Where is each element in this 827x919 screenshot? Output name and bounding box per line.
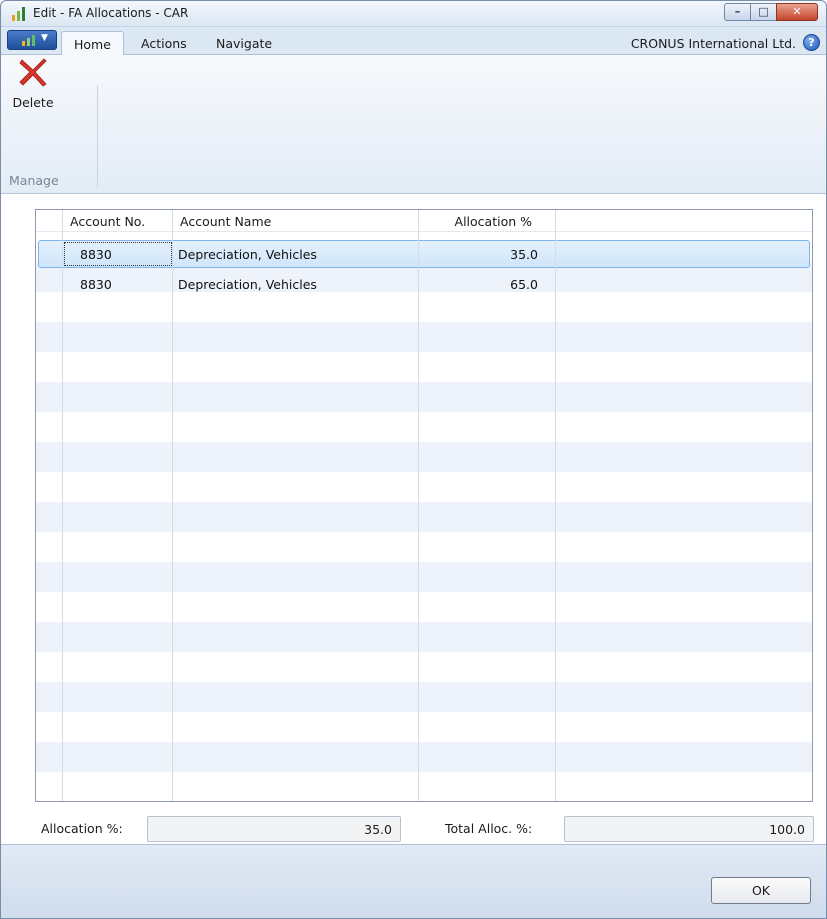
ribbon-panel: Delete Manage (1, 55, 826, 194)
column-divider (172, 210, 173, 801)
maximize-icon: □ (758, 5, 769, 18)
grid-row-stripe (36, 652, 812, 682)
column-divider (555, 210, 556, 801)
allocations-grid[interactable]: Account No. Account Name Allocation % 88… (35, 209, 813, 802)
delete-button[interactable]: Delete (7, 57, 59, 157)
maximize-button[interactable]: □ (750, 3, 777, 21)
column-divider (418, 210, 419, 801)
cell-account-name[interactable]: Depreciation, Vehicles (178, 277, 317, 292)
close-button[interactable]: ✕ (776, 3, 818, 21)
column-header-allocation-pct[interactable]: Allocation % (418, 210, 532, 232)
grid-row-stripe (36, 292, 812, 322)
grid-row-stripe (36, 472, 812, 502)
grid-row-stripe (36, 382, 812, 412)
grid-row-stripe (36, 412, 812, 442)
tab-home[interactable]: Home (61, 31, 124, 56)
grid-row-stripe (36, 742, 812, 772)
bottom-action-bar: OK (1, 844, 826, 918)
grid-header: Account No. Account Name Allocation % (36, 210, 812, 232)
delete-x-icon (19, 58, 47, 87)
chevron-down-icon: ▼ (41, 33, 48, 43)
grid-row-stripe (36, 532, 812, 562)
group-separator (97, 85, 98, 187)
allocation-pct-field: 35.0 (147, 816, 401, 842)
grid-row-stripe (36, 592, 812, 622)
total-alloc-pct-field: 100.0 (564, 816, 814, 842)
minimize-button[interactable]: – (724, 3, 751, 21)
grid-row-stripe (36, 712, 812, 742)
minimize-icon: – (734, 5, 741, 18)
cell-account-no[interactable]: 8830 (80, 277, 112, 292)
column-header-account-no[interactable]: Account No. (70, 210, 145, 232)
total-alloc-pct-label: Total Alloc. %: (445, 821, 533, 836)
cell-account-name[interactable]: Depreciation, Vehicles (178, 247, 317, 262)
grid-row-stripe (36, 772, 812, 801)
cell-account-no[interactable]: 8830 (80, 247, 112, 262)
ribbon-tab-row: ▼ Home Actions Navigate CRONUS Internati… (1, 28, 826, 56)
column-header-account-name[interactable]: Account Name (180, 210, 271, 232)
delete-button-label: Delete (12, 95, 54, 110)
grid-row-stripe (36, 622, 812, 652)
dynamics-nav-icon (12, 7, 25, 21)
cell-allocation-pct[interactable]: 65.0 (418, 277, 538, 292)
window-title: Edit - FA Allocations - CAR (33, 6, 189, 20)
group-label-manage: Manage (9, 173, 59, 188)
company-name: CRONUS International Ltd. (630, 36, 796, 51)
grid-row-stripe (36, 322, 812, 352)
column-divider (62, 210, 63, 801)
close-icon: ✕ (792, 5, 802, 18)
title-bar: Edit - FA Allocations - CAR – □ ✕ (1, 1, 826, 27)
help-icon[interactable]: ? (803, 34, 820, 51)
fa-allocations-window: Edit - FA Allocations - CAR – □ ✕ ▼ Home… (0, 0, 827, 919)
content-area: Account No. Account Name Allocation % 88… (1, 194, 826, 844)
grid-row-stripe (36, 352, 812, 382)
grid-row-stripe (36, 442, 812, 472)
cell-allocation-pct[interactable]: 35.0 (418, 247, 538, 262)
window-controls: – □ ✕ (724, 3, 818, 21)
application-menu-button[interactable]: ▼ (7, 30, 57, 50)
allocation-pct-label: Allocation %: (41, 821, 123, 836)
tab-actions[interactable]: Actions (129, 31, 199, 55)
grid-row-stripe (36, 502, 812, 532)
tab-navigate[interactable]: Navigate (204, 31, 284, 55)
dynamics-nav-icon (22, 35, 35, 46)
ok-button[interactable]: OK (711, 877, 811, 904)
grid-row-stripe (36, 682, 812, 712)
grid-row-stripe (36, 562, 812, 592)
